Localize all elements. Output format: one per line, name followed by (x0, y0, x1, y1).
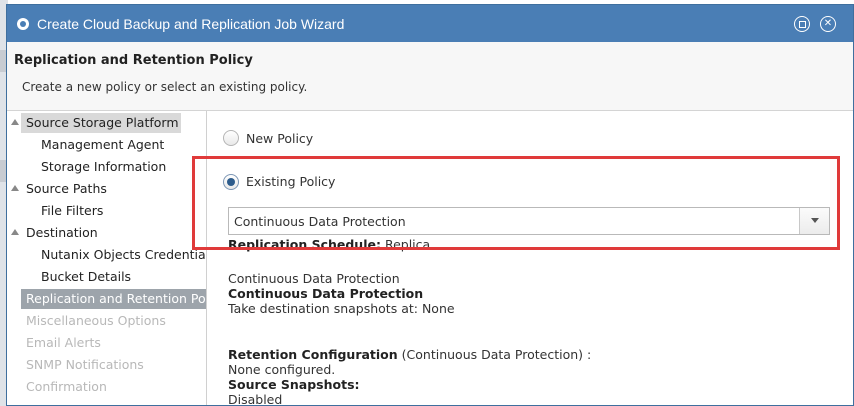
nav-item-nutanix-objects-credentials[interactable]: Nutanix Objects Credentials (41, 245, 206, 265)
existing-policy-label[interactable]: Existing Policy (246, 174, 335, 189)
destination-snapshots-text: Take destination snapshots at: None (228, 301, 455, 316)
nav-item-destination[interactable]: Destination (26, 223, 98, 243)
expand-caret-icon[interactable] (11, 119, 19, 125)
close-icon: ✕ (823, 18, 833, 29)
policy-select[interactable]: Continuous Data Protection (228, 207, 830, 235)
existing-policy-radio[interactable] (223, 174, 239, 190)
expand-caret-icon[interactable] (11, 185, 19, 191)
wizard-steps-nav: Source Storage Platform Management Agent… (7, 111, 207, 405)
policy-select-value: Continuous Data Protection (234, 214, 406, 229)
nav-item-source-paths[interactable]: Source Paths (26, 179, 107, 199)
close-button[interactable]: ✕ (820, 16, 836, 32)
nav-item-source-storage-platform[interactable]: Source Storage Platform (21, 113, 181, 133)
retention-configuration: Retention Configuration (Continuous Data… (228, 347, 591, 362)
policy-name-text: Continuous Data Protection (228, 271, 400, 286)
nav-item-miscellaneous-options: Miscellaneous Options (26, 313, 166, 328)
nav-item-file-filters[interactable]: File Filters (41, 201, 103, 221)
source-snapshots-label: Source Snapshots: (228, 377, 360, 392)
app-icon (17, 17, 29, 30)
wizard-dialog: Create Cloud Backup and Replication Job … (6, 4, 854, 406)
nav-item-storage-information[interactable]: Storage Information (41, 157, 166, 177)
page-title: Replication and Retention Policy (14, 53, 253, 68)
replication-schedule-label: Replication Schedule: (228, 237, 381, 252)
replication-schedule: Replication Schedule: Replica (228, 237, 430, 252)
nav-item-replication-retention-policy[interactable]: Replication and Retention Policy (21, 289, 206, 309)
nav-item-management-agent[interactable]: Management Agent (41, 135, 164, 155)
chevron-down-icon[interactable] (799, 208, 829, 234)
retention-configuration-label: Retention Configuration (228, 347, 398, 362)
replication-schedule-value: Replica (384, 237, 431, 252)
nav-item-email-alerts: Email Alerts (26, 335, 101, 350)
policy-name-heading: Continuous Data Protection (228, 286, 424, 301)
title-bar[interactable]: Create Cloud Backup and Replication Job … (7, 5, 853, 42)
nav-item-confirmation: Confirmation (26, 379, 107, 394)
page-subtitle: Create a new policy or select an existin… (22, 80, 308, 94)
maximize-icon (798, 20, 806, 28)
nav-item-bucket-details[interactable]: Bucket Details (41, 267, 131, 287)
window-title: Create Cloud Backup and Replication Job … (37, 15, 345, 32)
maximize-button[interactable] (794, 16, 810, 32)
source-snapshots-value: Disabled (228, 392, 283, 406)
wizard-header: Replication and Retention Policy Create … (7, 42, 853, 111)
retention-none-text: None configured. (228, 362, 336, 377)
nav-item-snmp-notifications: SNMP Notifications (26, 357, 144, 372)
retention-configuration-value: (Continuous Data Protection) : (401, 347, 592, 362)
new-policy-label[interactable]: New Policy (246, 131, 313, 146)
new-policy-radio[interactable] (223, 130, 239, 146)
policy-content: New Policy Existing Policy Continuous Da… (208, 111, 853, 406)
expand-caret-icon[interactable] (11, 229, 19, 235)
